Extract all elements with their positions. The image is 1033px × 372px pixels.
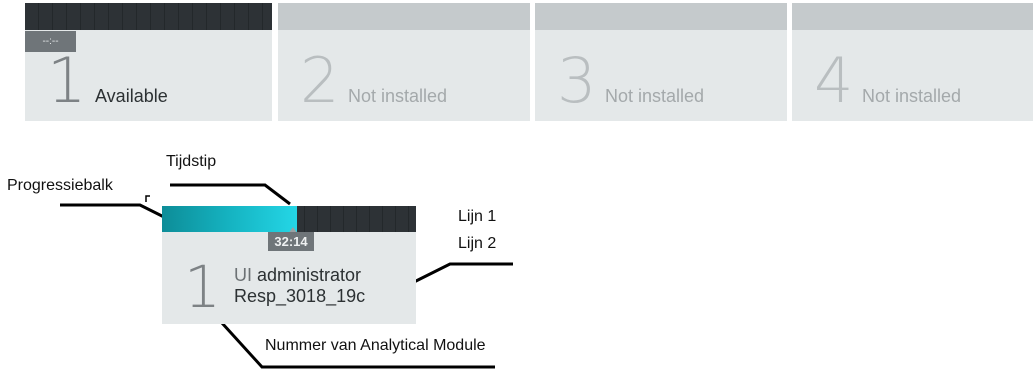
line-2-annotation: Lijn 2	[458, 235, 497, 252]
time-leader-line	[170, 183, 291, 206]
line-1: UI administrator	[234, 265, 361, 286]
analytical-module-detail[interactable]: 32:14 1 UI administrator Resp_3018_19c	[162, 206, 416, 324]
progress-annotation: Progressiebalk	[7, 177, 113, 194]
progress-bar-fill	[162, 206, 297, 232]
line-2: Resp_3018_19c	[234, 286, 366, 306]
module-number-annotation: Nummer van Analytical Module	[265, 337, 486, 354]
line-1-user: administrator	[257, 265, 362, 285]
time-annotation: Tijdstip	[166, 153, 217, 170]
elapsed-time: 32:14	[268, 232, 314, 251]
progress-leader-tick	[145, 195, 150, 202]
line-1-prefix: UI	[234, 265, 252, 285]
line-1-annotation: Lijn 1	[458, 208, 497, 225]
module-number: 1	[184, 253, 221, 321]
annotation-lines	[60, 183, 513, 369]
progress-leader-line	[60, 203, 179, 226]
line1-leader-line	[413, 262, 513, 284]
